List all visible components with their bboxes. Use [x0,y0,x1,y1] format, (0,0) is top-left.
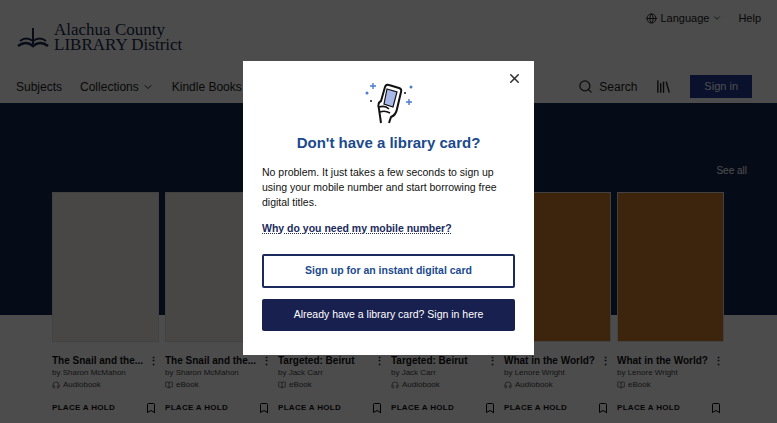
signin-here-button[interactable]: Already have a library card? Sign in her… [262,299,515,331]
modal-body: No problem. It just takes a few seconds … [262,165,515,210]
page: Alachua CountyLIBRARY DistrictLanguageHe… [0,0,777,423]
signup-modal: Don't have a library card? No problem. It… [243,61,534,355]
close-icon [507,71,522,86]
modal-title: Don't have a library card? [297,133,481,153]
phone-hand-icon [359,79,419,125]
signup-button[interactable]: Sign up for an instant digital card [262,254,515,288]
close-button[interactable] [507,71,522,86]
why-link[interactable]: Why do you need my mobile number? [262,221,452,235]
